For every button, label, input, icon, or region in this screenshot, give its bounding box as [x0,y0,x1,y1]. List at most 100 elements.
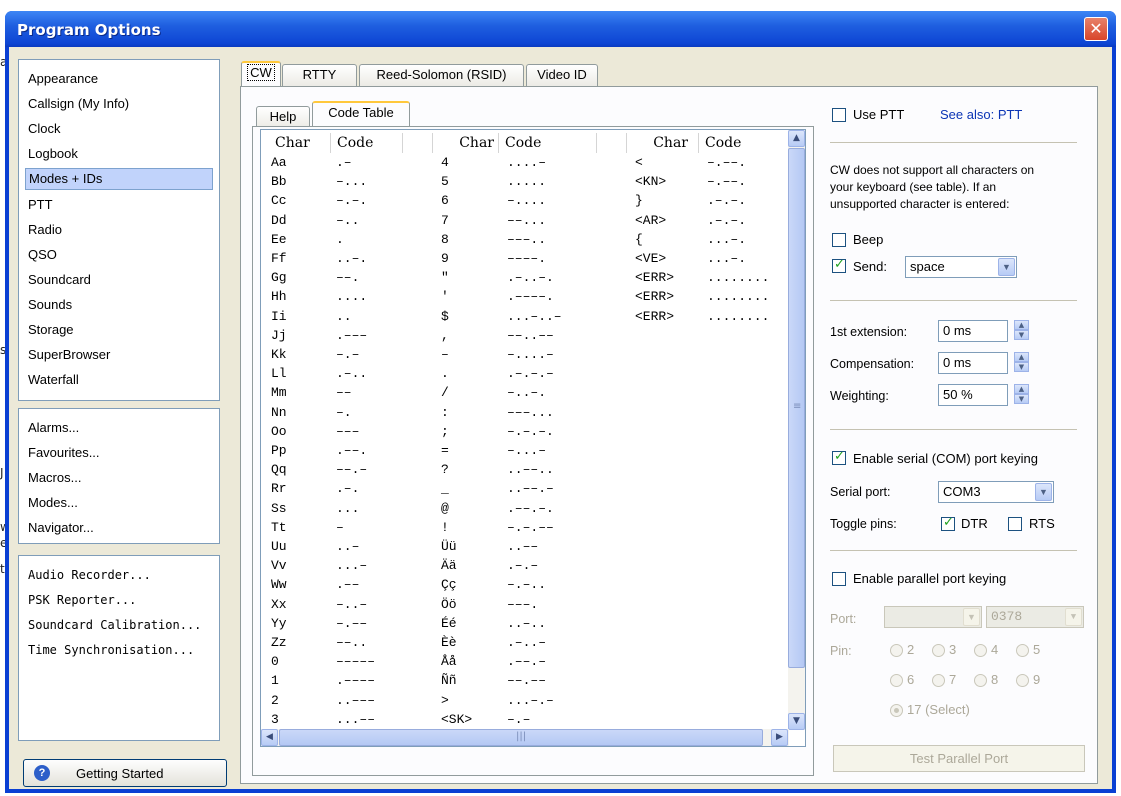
nav-item[interactable]: Storage [25,319,213,341]
beep-checkbox[interactable] [832,233,846,247]
nav-item[interactable]: Modes + IDs [25,168,213,191]
nav-item[interactable]: PTT [25,194,213,216]
column-header[interactable]: Code [701,133,773,153]
column-header[interactable]: Char [627,133,699,153]
nav-item[interactable]: Macros... [25,467,213,489]
table-cell-code: .–.–.– [507,366,554,382]
nav-item[interactable]: SuperBrowser [25,344,213,366]
pin-radio[interactable] [890,644,903,657]
first-extension-stepper[interactable]: ▲ ▼ [1014,320,1029,340]
column-header[interactable] [599,133,627,153]
code-table-vertical-scrollbar[interactable]: ▲ ≡ ▼ [788,130,805,730]
column-header[interactable]: Char [429,133,499,153]
nav-item[interactable]: Radio [25,219,213,241]
table-cell-char: @ [441,500,449,516]
nav-item[interactable]: Alarms... [25,417,213,439]
table-cell-code: – [336,519,344,535]
table-cell-char: <ERR> [635,289,675,305]
compensation-stepper[interactable]: ▲ ▼ [1014,352,1029,372]
code-table-horizontal-scrollbar[interactable]: ◀ ||| ▶ [261,729,789,746]
parallel-keying-checkbox[interactable] [832,572,846,586]
column-header[interactable]: Code [501,133,597,153]
table-cell-code: ........ [707,270,770,286]
nav-item[interactable]: Favourites... [25,442,213,464]
pin-radio[interactable] [974,644,987,657]
send-select[interactable]: space ▼ [905,256,1017,278]
pin-radio[interactable] [1016,674,1029,687]
test-parallel-port-button[interactable]: Test Parallel Port [833,745,1085,772]
nav-item[interactable]: Appearance [25,68,213,90]
see-also-ptt-link[interactable]: See also: PTT [940,107,1022,122]
spin-down-icon[interactable]: ▼ [1014,394,1029,404]
nav-item[interactable]: Time Synchronisation... [25,639,213,661]
serial-port-select[interactable]: COM3 ▼ [938,481,1054,503]
spin-down-icon[interactable]: ▼ [1014,330,1029,340]
pin-radio[interactable] [890,674,903,687]
subtab-help[interactable]: Help [256,106,310,128]
scroll-down-icon[interactable]: ▼ [788,713,805,730]
port-address-select[interactable]: 0378 ▼ [986,606,1084,628]
nav-item[interactable]: Navigator... [25,517,213,539]
compensation-input[interactable]: 0 ms [938,352,1008,374]
dtr-checkbox[interactable] [941,515,955,531]
chevron-down-icon[interactable]: ▼ [998,258,1015,276]
send-checkbox[interactable] [832,257,846,273]
spin-up-icon[interactable]: ▲ [1014,352,1029,362]
nav-item[interactable]: QSO [25,244,213,266]
pin-radio[interactable] [932,674,945,687]
column-header[interactable]: Code [333,133,403,153]
pin-radio[interactable] [974,674,987,687]
pin-radio[interactable] [1016,644,1029,657]
table-cell-code: –....– [507,347,554,362]
table-cell-char: 6 [441,193,449,209]
column-header[interactable]: Char [271,133,331,153]
spin-up-icon[interactable]: ▲ [1014,384,1029,394]
nav-item[interactable]: Soundcard [25,269,213,291]
spin-up-icon[interactable]: ▲ [1014,320,1029,330]
nav-item[interactable]: Soundcard Calibration... [25,614,213,636]
rts-checkbox[interactable] [1008,517,1022,531]
scroll-thumb[interactable]: ||| [279,729,763,746]
port-select[interactable]: ▼ [884,606,982,628]
code-table-header: Char Code Char Code Char Code [261,130,789,155]
serial-keying-checkbox[interactable] [832,449,846,465]
scroll-left-icon[interactable]: ◀ [261,729,278,746]
table-cell-char: Zz [271,635,287,650]
tab-reed-solomon[interactable]: Reed-Solomon (RSID) [359,64,524,86]
nav-item[interactable]: Callsign (My Info) [25,93,213,115]
separator [830,550,1077,551]
nav-item[interactable]: Clock [25,118,213,140]
table-cell-code: –..–. [507,385,547,401]
weighting-stepper[interactable]: ▲ ▼ [1014,384,1029,404]
table-cell-code: .–.. [336,366,368,382]
tab-cw[interactable]: CW [241,61,281,86]
scroll-up-icon[interactable]: ▲ [788,130,805,147]
nav-item[interactable]: Logbook [25,143,213,165]
spin-down-icon[interactable]: ▼ [1014,362,1029,372]
code-table[interactable]: Char Code Char Code Char Code Aa .– Bb –...… [260,129,806,747]
tab-rtty[interactable]: RTTY [282,64,357,86]
getting-started-button[interactable]: ? Getting Started [23,759,227,787]
nav-item[interactable]: Audio Recorder... [25,564,213,586]
use-ptt-checkbox[interactable] [832,108,846,122]
nav-item[interactable]: Sounds [25,294,213,316]
nav-item[interactable]: PSK Reporter... [25,589,213,611]
scroll-thumb[interactable]: ≡ [788,148,805,668]
pin-radio[interactable] [932,644,945,657]
nav-item[interactable]: Modes... [25,492,213,514]
table-cell-code: .–.–. [707,193,747,209]
tab-label: Video ID [537,67,587,82]
chevron-down-icon[interactable]: ▼ [963,608,980,626]
chevron-down-icon[interactable]: ▼ [1065,608,1082,626]
nav-item[interactable]: Waterfall [25,369,213,391]
weighting-input[interactable]: 50 % [938,384,1008,406]
subtab-code-table[interactable]: Code Table [312,101,410,126]
close-button[interactable]: ✕ [1084,17,1108,41]
scroll-right-icon[interactable]: ▶ [771,729,788,746]
pin-radio[interactable] [890,704,903,717]
first-extension-input[interactable]: 0 ms [938,320,1008,342]
table-cell-code: –.. [336,212,360,228]
chevron-down-icon[interactable]: ▼ [1035,483,1052,501]
tab-video-id[interactable]: Video ID [526,64,598,86]
title-bar[interactable]: Program Options ✕ [5,11,1116,47]
